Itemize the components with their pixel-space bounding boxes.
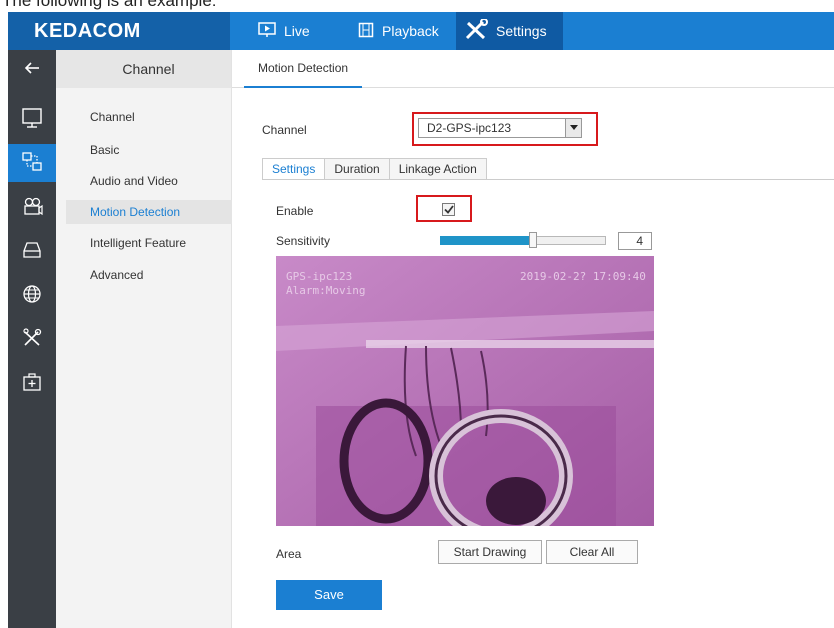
sidebar-header: Channel bbox=[56, 50, 231, 88]
check-icon bbox=[443, 203, 454, 217]
iconbar-storage[interactable] bbox=[8, 232, 56, 270]
camera-icon bbox=[21, 195, 43, 220]
subtab-divider bbox=[262, 179, 834, 180]
subtab-linkage-action[interactable]: Linkage Action bbox=[389, 158, 487, 180]
sidebar-item-audio-video[interactable]: Audio and Video bbox=[90, 174, 178, 188]
subtab-duration[interactable]: Duration bbox=[325, 158, 390, 180]
channel-select[interactable]: D2-GPS-ipc123 bbox=[418, 118, 582, 138]
tools-icon bbox=[464, 17, 488, 44]
start-drawing-button[interactable]: Start Drawing bbox=[438, 540, 542, 564]
storage-icon bbox=[21, 239, 43, 264]
top-bar: KEDACOM Live Playback Settings bbox=[8, 12, 834, 50]
sidebar-item-motion-detection[interactable]: Motion Detection bbox=[66, 200, 232, 224]
iconbar-maintenance[interactable] bbox=[8, 320, 56, 358]
iconbar-camera[interactable] bbox=[8, 188, 56, 226]
first-aid-icon bbox=[21, 371, 43, 396]
settings-sidebar: Channel Channel Basic Audio and Video Mo… bbox=[56, 50, 232, 628]
subtabs: Settings Duration Linkage Action bbox=[262, 158, 487, 180]
iconbar-channel[interactable] bbox=[8, 144, 56, 182]
play-icon bbox=[258, 21, 276, 41]
iconbar-network[interactable] bbox=[8, 276, 56, 314]
nav-settings[interactable]: Settings bbox=[456, 12, 563, 50]
film-icon bbox=[358, 22, 374, 41]
globe-icon bbox=[21, 283, 43, 308]
icon-sidebar bbox=[8, 50, 56, 628]
monitor-icon bbox=[21, 107, 43, 132]
sidebar-item-basic[interactable]: Basic bbox=[90, 143, 119, 157]
nav-live-label: Live bbox=[284, 23, 310, 39]
nav-live[interactable]: Live bbox=[258, 12, 310, 50]
video-preview[interactable]: GPS-ipc123 Alarm:Moving 2019-02-2? 17:09… bbox=[276, 256, 654, 526]
channel-select-value: D2-GPS-ipc123 bbox=[427, 121, 512, 135]
sensitivity-slider-handle[interactable] bbox=[529, 232, 537, 248]
sensitivity-slider-fill bbox=[440, 236, 531, 245]
clear-all-button[interactable]: Clear All bbox=[546, 540, 638, 564]
sensitivity-value[interactable]: 4 bbox=[618, 232, 652, 250]
enable-label: Enable bbox=[276, 204, 314, 218]
tools-icon bbox=[21, 327, 43, 352]
sidebar-item-advanced[interactable]: Advanced bbox=[90, 268, 143, 282]
video-osd-alarm: Alarm:Moving bbox=[286, 284, 366, 297]
sidebar-item-intelligent-feature[interactable]: Intelligent Feature bbox=[90, 236, 186, 250]
logo: KEDACOM bbox=[8, 12, 230, 50]
tab-motion-detection[interactable]: Motion Detection bbox=[244, 50, 363, 88]
area-label: Area bbox=[276, 547, 302, 561]
back-arrow-icon bbox=[24, 61, 40, 78]
video-osd-time: 2019-02-2? 17:09:40 bbox=[520, 270, 646, 283]
page-caption: The following is an example: bbox=[2, 0, 217, 10]
network-icon bbox=[21, 151, 43, 176]
chevron-down-icon bbox=[565, 119, 581, 137]
main-content: Motion Detection Channel D2-GPS-ipc123 S… bbox=[232, 50, 834, 628]
iconbar-system-tools[interactable] bbox=[8, 364, 56, 402]
sidebar-item-channel[interactable]: Channel bbox=[90, 110, 135, 124]
enable-checkbox[interactable] bbox=[442, 203, 455, 216]
channel-label: Channel bbox=[262, 123, 307, 137]
subtab-settings[interactable]: Settings bbox=[262, 158, 326, 180]
nav-settings-label: Settings bbox=[496, 23, 547, 39]
back-button[interactable] bbox=[8, 50, 56, 88]
page-tabs: Motion Detection bbox=[232, 50, 834, 88]
nav-playback[interactable]: Playback bbox=[358, 12, 439, 50]
sensitivity-label: Sensitivity bbox=[276, 234, 331, 248]
video-osd-camera: GPS-ipc123 bbox=[286, 270, 353, 283]
save-button[interactable]: Save bbox=[276, 580, 382, 610]
iconbar-system[interactable] bbox=[8, 100, 56, 138]
nav-playback-label: Playback bbox=[382, 23, 439, 39]
